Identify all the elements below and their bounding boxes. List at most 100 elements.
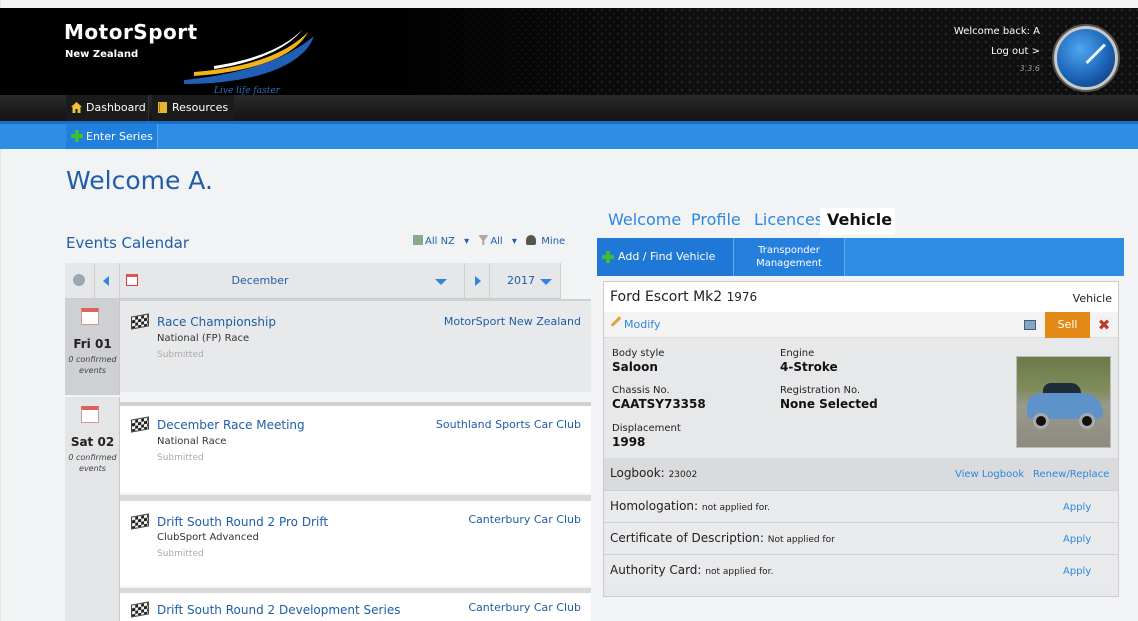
event-club[interactable]: Canterbury Car Club [468, 601, 581, 614]
event-club[interactable]: MotorSport New Zealand [444, 315, 581, 328]
authority-status: not applied for. [705, 567, 774, 577]
event-status: Submitted [157, 350, 204, 360]
apply-authority-link[interactable]: Apply [1063, 566, 1091, 577]
checkered-flag-icon [131, 513, 149, 530]
filter-type[interactable]: All ▾ [478, 235, 517, 247]
homologation-row: Homologation: not applied for. Apply [604, 490, 1118, 522]
certificate-row: Certificate of Description: Not applied … [604, 522, 1118, 554]
logbook-label: Logbook: 23002 [610, 466, 698, 480]
event-status: Submitted [157, 549, 204, 559]
month-value: December [231, 274, 289, 287]
registration-field: Registration No. None Selected [780, 385, 878, 411]
tab-licences[interactable]: Licences [754, 210, 823, 229]
vehicle-type-label: Vehicle [1072, 292, 1112, 305]
enter-series-button[interactable]: Enter Series [66, 124, 158, 149]
transponder-management-button[interactable]: Transponder Management [733, 238, 845, 276]
chassis-field: Chassis No. CAATSY73358 [612, 385, 706, 411]
add-find-vehicle-button[interactable]: Add / Find Vehicle [597, 238, 733, 276]
tab-vehicle[interactable]: Vehicle [820, 208, 895, 235]
close-icon[interactable]: ✖ [1092, 313, 1116, 337]
engine-value: 4-Stroke [780, 360, 838, 374]
main-nav: Dashboard Resources [0, 95, 1138, 121]
engine-field: Engine 4-Stroke [780, 348, 838, 374]
vehicle-photo[interactable] [1016, 356, 1111, 448]
next-month-button[interactable] [465, 263, 490, 299]
checkered-flag-icon [131, 416, 149, 433]
day-note: 0 confirmed events [68, 453, 117, 473]
site-header: MotorSport New Zealand Live life faster … [0, 8, 1138, 96]
day-label: Sat 02 [70, 435, 115, 449]
event-item[interactable]: Race Championship National (FP) Race Sub… [120, 299, 591, 392]
page-title: Welcome A. [66, 166, 213, 195]
day-note: 0 confirmed events [68, 355, 117, 375]
apply-certificate-link[interactable]: Apply [1063, 534, 1091, 545]
nav-resources[interactable]: Resources [152, 95, 234, 121]
user-icon [526, 235, 537, 245]
prev-month-button[interactable] [95, 263, 120, 299]
event-title[interactable]: Drift South Round 2 Pro Drift [157, 515, 328, 529]
filter-icon [478, 235, 489, 245]
vehicle-card-header: Ford Escort Mk2 1976 Vehicle [604, 282, 1118, 312]
book-icon [158, 102, 167, 113]
motorsport-logo[interactable]: MotorSport New Zealand Live life faster [64, 20, 324, 100]
add-find-vehicle-label: Add / Find Vehicle [618, 250, 716, 263]
homologation-status: not applied for. [701, 503, 770, 513]
event-item[interactable]: Drift South Round 2 Development Series C… [120, 588, 591, 621]
chevron-down-icon [540, 279, 552, 285]
version-label: 3.3.6 [1019, 64, 1040, 73]
sell-button[interactable]: Sell [1045, 312, 1090, 338]
map-icon [413, 235, 423, 245]
certificate-status: Not applied for [767, 535, 835, 545]
logo-title: MotorSport [64, 20, 198, 44]
nav-resources-label: Resources [172, 101, 229, 114]
year-select[interactable]: 2017 [490, 263, 561, 299]
card-view-icon[interactable] [1024, 320, 1036, 330]
filter-mine[interactable]: Mine [526, 235, 571, 247]
day-sat-02: Sat 02 0 confirmed events [65, 397, 120, 621]
logout-link[interactable]: Log out > [954, 42, 1040, 62]
tab-welcome[interactable]: Welcome [608, 210, 681, 229]
events-calendar-title: Events Calendar [66, 234, 190, 252]
logo-swoosh-icon [184, 30, 314, 84]
view-logbook-link[interactable]: View Logbook [955, 469, 1024, 480]
calendar-body: Fri 01 0 confirmed events Sat 02 0 confi… [65, 299, 591, 621]
registration-value: None Selected [780, 397, 878, 411]
welcome-back-text: Welcome back: A [953, 26, 1040, 37]
renew-replace-link[interactable]: Renew/Replace [1033, 469, 1109, 480]
chevron-left-icon [103, 276, 109, 286]
modify-button[interactable]: Modify [610, 316, 660, 331]
filter-region[interactable]: All NZ ▾ [413, 235, 469, 247]
body-style-field: Body style Saloon [612, 348, 665, 374]
vehicle-actions: Modify Sell ✖ [604, 312, 1118, 338]
chassis-value: CAATSY73358 [612, 397, 706, 411]
refresh-button[interactable] [65, 263, 95, 299]
vehicle-card: Ford Escort Mk2 1976 Vehicle Modify Sell… [603, 281, 1119, 597]
calendar-day-icon [81, 308, 99, 325]
logo-subtitle: New Zealand [65, 49, 139, 60]
logbook-number: 23002 [668, 470, 698, 480]
event-title[interactable]: Race Championship [157, 315, 276, 329]
nav-dashboard[interactable]: Dashboard [66, 95, 149, 121]
event-item[interactable]: Drift South Round 2 Pro Drift ClubSport … [120, 495, 591, 586]
speedometer-dial-icon [1054, 26, 1118, 90]
displacement-value: 1998 [612, 435, 646, 449]
home-icon [71, 102, 82, 113]
calendar-filters: All NZ ▾ All ▾ Mine [413, 235, 577, 247]
month-select[interactable]: December [120, 263, 465, 299]
checkered-flag-icon [131, 313, 149, 330]
plus-icon [602, 251, 614, 263]
event-club[interactable]: Southland Sports Car Club [436, 418, 581, 431]
event-title[interactable]: Drift South Round 2 Development Series [157, 603, 400, 617]
body-style-value: Saloon [612, 360, 658, 374]
apply-homologation-link[interactable]: Apply [1063, 502, 1091, 513]
event-club[interactable]: Canterbury Car Club [468, 513, 581, 526]
user-box: Welcome back: A Log out > 3.3.6 [954, 22, 1040, 76]
calendar-day-icon [81, 406, 99, 423]
event-item[interactable]: December Race Meeting National Race Subm… [120, 402, 591, 493]
event-title[interactable]: December Race Meeting [157, 418, 305, 432]
vehicle-toolbar: Add / Find Vehicle Transponder Managemen… [597, 238, 1124, 276]
event-type: National (FP) Race [157, 333, 250, 344]
nav-dashboard-label: Dashboard [86, 101, 146, 114]
authority-card-row: Authority Card: not applied for. Apply [604, 554, 1118, 586]
tab-profile[interactable]: Profile [691, 210, 741, 229]
